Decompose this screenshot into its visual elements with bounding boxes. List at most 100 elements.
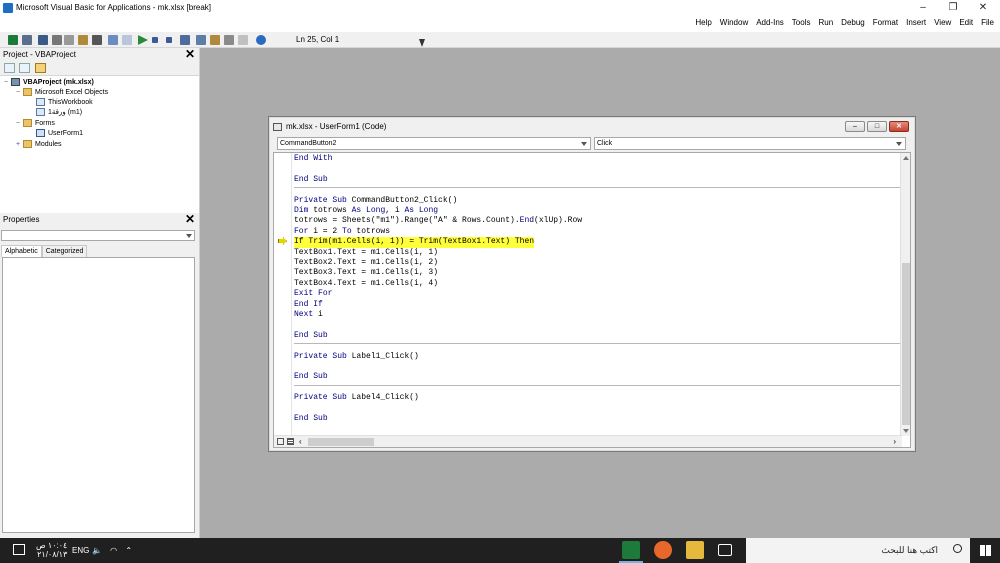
procedure-dropdown[interactable]: Click: [594, 137, 906, 150]
scroll-right-icon[interactable]: ›: [893, 438, 896, 446]
maximize-button[interactable]: ❐: [938, 0, 968, 16]
properties-close-button[interactable]: ✕: [185, 213, 195, 225]
code-line[interactable]: End If: [294, 300, 323, 310]
code-line[interactable]: Private Sub Label1_Click(): [294, 352, 419, 362]
search-input[interactable]: اكتب هنا للبحث: [881, 545, 938, 556]
code-line[interactable]: End Sub: [294, 372, 328, 382]
excel-taskbar-icon[interactable]: [622, 541, 640, 559]
view-object-icon[interactable]: [19, 63, 30, 73]
code-line[interactable]: End Sub: [294, 331, 328, 341]
code-line[interactable]: Private Sub CommandButton2_Click(): [294, 196, 457, 206]
redo-icon[interactable]: [122, 35, 132, 45]
horizontal-scroll-thumb[interactable]: [308, 438, 374, 446]
help-icon[interactable]: [256, 35, 266, 45]
expand-icon[interactable]: −: [4, 78, 11, 88]
view-code-icon[interactable]: [4, 63, 15, 73]
vertical-scrollbar[interactable]: [900, 153, 910, 436]
code-line[interactable]: Exit For: [294, 289, 332, 299]
tree-node-thisworkbook[interactable]: ThisWorkbook: [36, 98, 93, 108]
tab-alphabetic[interactable]: Alphabetic: [1, 245, 42, 257]
menu-add-ins[interactable]: Add-Ins: [756, 18, 784, 27]
tree-node-excel-objects[interactable]: − Microsoft Excel Objects: [16, 88, 108, 98]
run-icon[interactable]: [138, 35, 148, 45]
code-line[interactable]: End With: [294, 154, 332, 164]
menu-run[interactable]: Run: [818, 18, 833, 27]
menu-help[interactable]: Help: [695, 18, 711, 27]
reset-icon[interactable]: [166, 37, 172, 43]
code-close-button[interactable]: ✕: [889, 121, 909, 132]
menu-debug[interactable]: Debug: [841, 18, 865, 27]
language-indicator[interactable]: ENG: [72, 546, 89, 555]
design-mode-icon[interactable]: [180, 35, 190, 45]
taskbar-search[interactable]: اكتب هنا للبحث: [746, 538, 970, 563]
task-view-icon[interactable]: [718, 544, 732, 556]
project-close-button[interactable]: ✕: [185, 48, 195, 60]
expand-icon[interactable]: −: [16, 88, 23, 98]
paste-icon[interactable]: [78, 35, 88, 45]
code-line[interactable]: End Sub: [294, 414, 328, 424]
expand-icon[interactable]: −: [16, 119, 23, 129]
scroll-up-icon[interactable]: [903, 156, 909, 160]
code-line[interactable]: TextBox2.Text = m1.Cells(i, 2): [294, 258, 438, 268]
scroll-down-icon[interactable]: [903, 429, 909, 433]
insert-userform-icon[interactable]: [22, 35, 32, 45]
indicator-margin[interactable]: [274, 153, 292, 436]
toggle-folders-icon[interactable]: [35, 63, 46, 73]
properties-window-icon[interactable]: [210, 35, 220, 45]
expand-icon[interactable]: +: [16, 140, 23, 150]
code-line[interactable]: If Trim(m1.Cells(i, 1)) = Trim(TextBox1.…: [294, 237, 535, 248]
scroll-left-icon[interactable]: ‹: [299, 438, 302, 446]
tree-node-vbaproject[interactable]: − VBAProject (mk.xlsx): [4, 78, 94, 88]
file-explorer-taskbar-icon[interactable]: [686, 541, 704, 559]
chevron-down-icon: [186, 234, 192, 238]
code-maximize-button[interactable]: □: [867, 121, 887, 132]
tab-categorized[interactable]: Categorized: [41, 245, 88, 257]
undo-icon[interactable]: [108, 35, 118, 45]
code-line[interactable]: Private Sub Label4_Click(): [294, 393, 419, 403]
find-icon[interactable]: [92, 35, 102, 45]
tree-node-forms[interactable]: − Forms: [16, 119, 55, 129]
windows-start-icon[interactable]: [980, 545, 991, 556]
project-explorer-icon[interactable]: [196, 35, 206, 45]
tree-node-userform1[interactable]: UserForm1: [36, 129, 83, 139]
tree-node-sheet-m1[interactable]: ورقة1 (m1): [36, 108, 82, 118]
code-line[interactable]: TextBox1.Text = m1.Cells(i, 1): [294, 248, 438, 258]
menu-format[interactable]: Format: [873, 18, 898, 27]
menu-file[interactable]: File: [981, 18, 994, 27]
firefox-taskbar-icon[interactable]: [654, 541, 672, 559]
cut-icon[interactable]: [52, 35, 62, 45]
clock[interactable]: ١٠:٠٤ ص ٢١/٠٨/١٣: [36, 541, 67, 559]
object-browser-icon[interactable]: [224, 35, 234, 45]
code-line[interactable]: For i = 2 To totrows: [294, 227, 390, 237]
break-icon[interactable]: [152, 37, 158, 43]
copy-icon[interactable]: [64, 35, 74, 45]
vertical-scroll-thumb[interactable]: [902, 263, 910, 425]
object-dropdown[interactable]: CommandButton2: [277, 137, 591, 150]
object-combo[interactable]: [1, 230, 195, 241]
code-minimize-button[interactable]: –: [845, 121, 865, 132]
code-line[interactable]: Next i: [294, 310, 323, 320]
menu-window[interactable]: Window: [720, 18, 748, 27]
code-editor[interactable]: End With End Sub Private Sub CommandButton…: [273, 152, 911, 448]
save-icon[interactable]: [38, 35, 48, 45]
minimize-button[interactable]: –: [908, 0, 938, 16]
toolbox-icon[interactable]: [238, 35, 248, 45]
horizontal-scrollbar[interactable]: ‹ ›: [274, 435, 902, 447]
code-line[interactable]: End Sub: [294, 175, 328, 185]
excel-view-icon[interactable]: [8, 35, 18, 45]
code-line[interactable]: TextBox4.Text = m1.Cells(i, 4): [294, 279, 438, 289]
code-line[interactable]: TextBox3.Text = m1.Cells(i, 3): [294, 268, 438, 278]
menu-tools[interactable]: Tools: [792, 18, 811, 27]
menu-edit[interactable]: Edit: [959, 18, 973, 27]
notifications-icon[interactable]: [13, 544, 25, 555]
menu-insert[interactable]: Insert: [906, 18, 926, 27]
full-module-view-icon[interactable]: [287, 438, 294, 445]
procedure-view-icon[interactable]: [277, 438, 284, 445]
code-line[interactable]: totrows = Sheets("m1").Range("A" & Rows.…: [294, 216, 582, 226]
close-button[interactable]: ✕: [968, 0, 998, 16]
tree-node-modules[interactable]: + Modules: [16, 140, 61, 150]
menu-view[interactable]: View: [934, 18, 951, 27]
system-tray[interactable]: 🔈 ◠ ⌃: [92, 546, 135, 555]
code-line[interactable]: Dim totrows As Long, i As Long: [294, 206, 438, 216]
properties-grid[interactable]: [2, 257, 195, 533]
